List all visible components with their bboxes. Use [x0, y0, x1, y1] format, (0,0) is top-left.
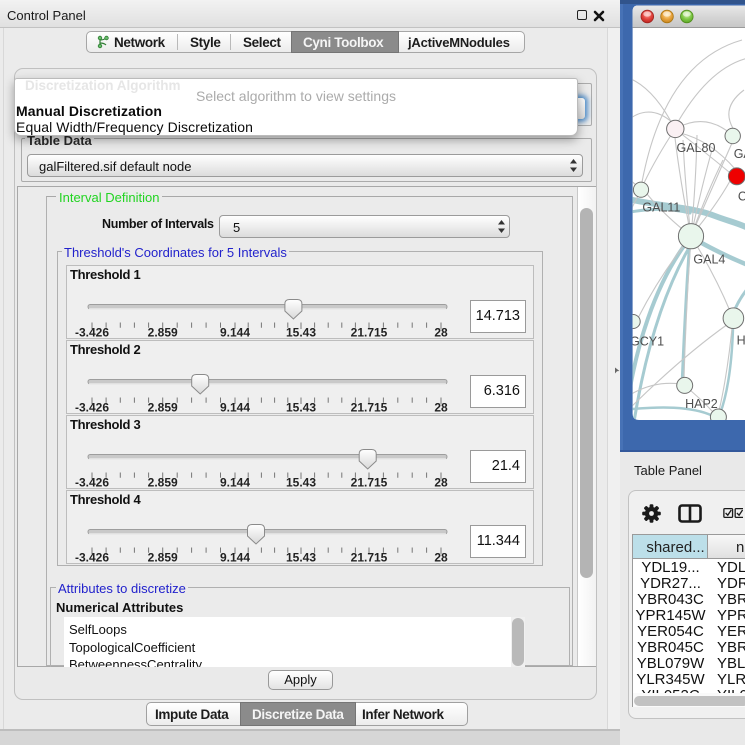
svg-text:2.859: 2.859 [148, 551, 178, 565]
svg-text:15.43: 15.43 [286, 401, 316, 415]
svg-text:-3.426: -3.426 [75, 551, 109, 565]
svg-text:GAL11: GAL11 [642, 201, 680, 215]
svg-text:GAL4: GAL4 [693, 252, 725, 266]
svg-text:2.859: 2.859 [148, 326, 178, 340]
svg-text:2.859: 2.859 [148, 401, 178, 415]
svg-text:28: 28 [434, 401, 448, 415]
svg-text:21.715: 21.715 [351, 551, 388, 565]
svg-text:21.715: 21.715 [351, 401, 388, 415]
svg-text:28: 28 [434, 476, 448, 490]
svg-text:9.144: 9.144 [220, 326, 250, 340]
svg-text:28: 28 [434, 326, 448, 340]
svg-text:9.144: 9.144 [220, 401, 250, 415]
svg-text:-3.426: -3.426 [75, 401, 109, 415]
svg-text:9.144: 9.144 [220, 551, 250, 565]
svg-text:H: H [737, 334, 745, 348]
svg-text:-3.426: -3.426 [75, 326, 109, 340]
svg-text:GCY1: GCY1 [630, 335, 664, 349]
svg-text:15.43: 15.43 [286, 326, 316, 340]
svg-text:GA: GA [734, 147, 745, 161]
svg-text:21.715: 21.715 [351, 326, 388, 340]
svg-text:15.43: 15.43 [286, 476, 316, 490]
svg-text:2.859: 2.859 [148, 476, 178, 490]
svg-text:C: C [738, 190, 745, 204]
svg-text:28: 28 [434, 551, 448, 565]
svg-text:21.715: 21.715 [351, 476, 388, 490]
svg-text:-3.426: -3.426 [75, 476, 109, 490]
svg-text:GAL80: GAL80 [677, 141, 716, 155]
svg-text:HAP2: HAP2 [685, 397, 718, 411]
svg-text:15.43: 15.43 [286, 551, 316, 565]
svg-text:9.144: 9.144 [220, 476, 250, 490]
